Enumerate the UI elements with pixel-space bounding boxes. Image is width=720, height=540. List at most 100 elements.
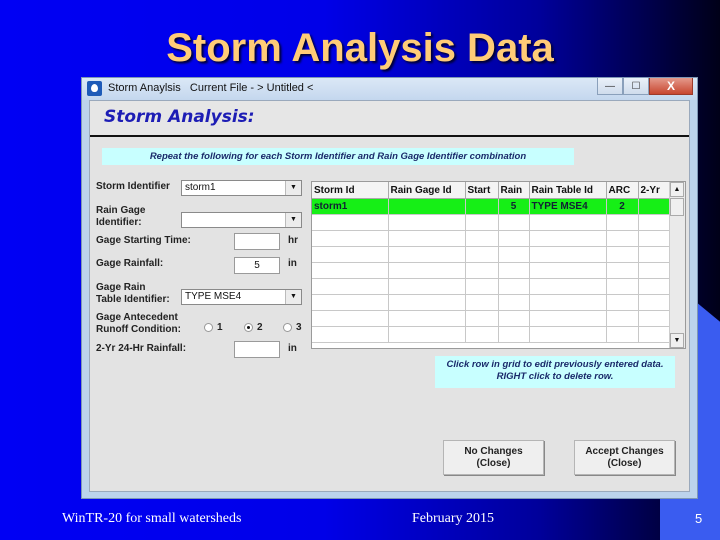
grid-row[interactable] — [312, 326, 671, 343]
grid-cell[interactable] — [638, 230, 671, 247]
grid-cell[interactable] — [465, 214, 499, 231]
grid-cell[interactable] — [465, 262, 499, 279]
grid-cell[interactable] — [465, 230, 499, 247]
grid-cell[interactable] — [465, 326, 499, 343]
grid-cell[interactable] — [312, 278, 389, 295]
grid-cell[interactable] — [312, 230, 389, 247]
gage-rainfall-input[interactable]: 5 — [234, 257, 280, 274]
grid-cell[interactable] — [498, 262, 530, 279]
grid-cell[interactable] — [529, 214, 607, 231]
grid-cell[interactable] — [638, 278, 671, 295]
chevron-down-icon[interactable]: ▼ — [285, 213, 301, 227]
grid-cell[interactable] — [388, 294, 466, 311]
grid-cell[interactable] — [465, 294, 499, 311]
grid-cell[interactable] — [529, 262, 607, 279]
grid-column-header[interactable]: Rain Gage Id — [388, 182, 466, 199]
grid-cell[interactable] — [606, 294, 639, 311]
grid-cell[interactable] — [638, 326, 671, 343]
grid-cell[interactable] — [498, 230, 530, 247]
grid-row[interactable] — [312, 310, 671, 327]
grid-cell[interactable] — [529, 246, 607, 263]
grid-cell[interactable] — [388, 214, 466, 231]
grid-cell[interactable] — [312, 326, 389, 343]
grid-cell[interactable] — [529, 230, 607, 247]
grid-cell[interactable] — [638, 262, 671, 279]
rain-gage-identifier-select[interactable]: ▼ — [181, 212, 302, 228]
grid-cell[interactable] — [606, 262, 639, 279]
grid-cell[interactable] — [312, 262, 389, 279]
grid-cell[interactable] — [638, 198, 671, 215]
two-yr-rainfall-input[interactable] — [234, 341, 280, 358]
grid-cell[interactable] — [465, 246, 499, 263]
grid-column-header[interactable]: ARC — [606, 182, 639, 199]
grid-cell[interactable] — [638, 294, 671, 311]
grid-cell[interactable] — [529, 294, 607, 311]
grid-cell[interactable] — [606, 230, 639, 247]
scroll-thumb[interactable] — [670, 198, 684, 216]
radio-unselected-icon[interactable] — [283, 323, 292, 332]
grid-cell[interactable]: 2 — [606, 198, 639, 215]
grid-row[interactable] — [312, 294, 671, 311]
scroll-down-button[interactable]: ▼ — [670, 333, 684, 348]
grid-row[interactable]: storm1 5 TYPE MSE4 2 — [312, 198, 671, 215]
close-button[interactable]: X — [649, 78, 693, 95]
radio-unselected-icon[interactable] — [204, 323, 213, 332]
window-titlebar[interactable]: Storm Anaylsis Current File - > Untitled… — [82, 78, 697, 100]
grid-cell[interactable] — [388, 262, 466, 279]
grid-cell[interactable] — [606, 214, 639, 231]
grid-column-header[interactable]: Rain Table Id — [529, 182, 607, 199]
grid-cell[interactable] — [638, 214, 671, 231]
grid-cell[interactable] — [465, 278, 499, 295]
arc-radio-2[interactable]: 2 — [244, 322, 263, 333]
grid-cell[interactable] — [465, 198, 499, 215]
gage-starting-time-input[interactable] — [234, 233, 280, 250]
grid-column-header[interactable]: Storm Id — [312, 182, 389, 199]
grid-cell[interactable] — [638, 310, 671, 327]
grid-vertical-scrollbar[interactable]: ▲ ▼ — [669, 182, 685, 348]
grid-cell[interactable]: TYPE MSE4 — [529, 198, 607, 215]
grid-row[interactable] — [312, 278, 671, 295]
grid-cell[interactable] — [529, 310, 607, 327]
grid-cell[interactable] — [606, 310, 639, 327]
chevron-down-icon[interactable]: ▼ — [285, 181, 301, 195]
storm-data-grid[interactable]: Storm Id Rain Gage Id Start Rain Rain Table … — [311, 181, 686, 349]
grid-cell[interactable] — [498, 278, 530, 295]
grid-cell[interactable] — [638, 246, 671, 263]
grid-column-header[interactable]: 2-Yr — [638, 182, 671, 199]
grid-cell[interactable] — [465, 310, 499, 327]
grid-cell[interactable] — [388, 230, 466, 247]
grid-column-header[interactable]: Rain — [498, 182, 530, 199]
grid-row[interactable] — [312, 214, 671, 231]
grid-cell[interactable] — [498, 246, 530, 263]
maximize-button[interactable]: ☐ — [623, 78, 649, 95]
grid-cell[interactable] — [606, 326, 639, 343]
arc-radio-3[interactable]: 3 — [283, 322, 302, 333]
radio-selected-icon[interactable] — [244, 323, 253, 332]
grid-cell[interactable] — [498, 294, 530, 311]
arc-radio-1[interactable]: 1 — [204, 322, 223, 333]
grid-cell[interactable] — [312, 246, 389, 263]
grid-cell[interactable] — [388, 198, 466, 215]
gage-rain-table-select[interactable]: TYPE MSE4 ▼ — [181, 289, 302, 305]
grid-cell[interactable] — [388, 326, 466, 343]
grid-cell[interactable] — [498, 214, 530, 231]
grid-cell[interactable] — [529, 326, 607, 343]
grid-cell[interactable] — [312, 310, 389, 327]
grid-cell[interactable]: 5 — [498, 198, 530, 215]
grid-cell[interactable] — [388, 310, 466, 327]
chevron-down-icon[interactable]: ▼ — [285, 290, 301, 304]
grid-cell[interactable]: storm1 — [312, 198, 389, 215]
grid-cell[interactable] — [529, 278, 607, 295]
accept-changes-close-button[interactable]: Accept Changes (Close) — [574, 440, 675, 475]
storm-identifier-select[interactable]: storm1 ▼ — [181, 180, 302, 196]
grid-column-header[interactable]: Start — [465, 182, 499, 199]
minimize-button[interactable]: — — [597, 78, 623, 95]
grid-cell[interactable] — [312, 294, 389, 311]
grid-cell[interactable] — [312, 214, 389, 231]
grid-cell[interactable] — [606, 278, 639, 295]
grid-cell[interactable] — [388, 278, 466, 295]
grid-cell[interactable] — [498, 310, 530, 327]
grid-cell[interactable] — [498, 326, 530, 343]
no-changes-close-button[interactable]: No Changes (Close) — [443, 440, 544, 475]
grid-row[interactable] — [312, 230, 671, 247]
